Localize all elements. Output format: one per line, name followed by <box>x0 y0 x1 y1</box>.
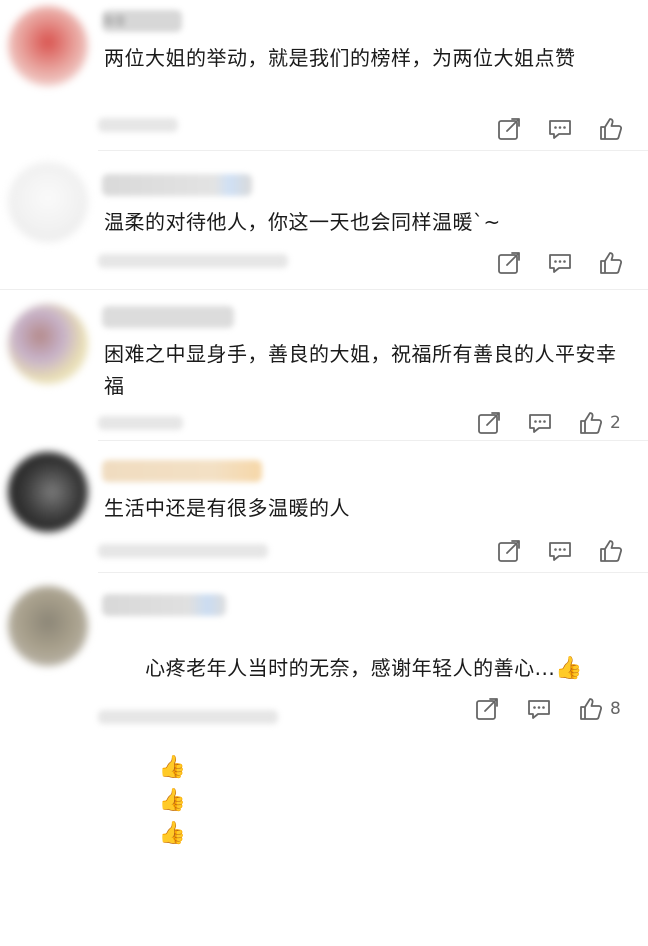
comment-item: 心疼老年人当时的无奈，感谢年轻人的善心...👍 👍 👍 👍 8 <box>0 574 648 846</box>
avatar[interactable] <box>8 586 88 666</box>
comment-meta <box>98 544 268 558</box>
comment-item: 困难之中显身手，善良的大姐，祝福所有善良的人平安幸福 2 <box>0 292 648 442</box>
comment-text: 困难之中显身手，善良的大姐，祝福所有善良的人平安幸福 <box>104 342 617 398</box>
share-button[interactable] <box>496 536 522 566</box>
comment-text: 心疼老年人当时的无奈，感谢年轻人的善心...👍 👍 👍 👍 <box>104 620 628 946</box>
divider <box>98 440 648 441</box>
comment-feed: 海音 两位大姐的举动，就是我们的榜样，为两位大姐点赞 温柔的对待他人，你这一天也… <box>0 0 648 846</box>
comment-button[interactable] <box>547 248 573 278</box>
comment-item: 生活中还是有很多温暖的人 <box>0 442 648 573</box>
avatar[interactable] <box>8 452 88 532</box>
comment-icon <box>549 542 571 561</box>
avatar[interactable] <box>8 304 88 384</box>
comment-actions: 8 <box>448 694 648 724</box>
comment-button[interactable] <box>526 694 552 724</box>
comment-text-body: 心疼老年人当时的无奈，感谢年轻人的善心... <box>145 656 556 680</box>
share-button[interactable] <box>474 694 500 724</box>
comment-icon <box>549 254 571 273</box>
comment-meta <box>98 710 278 724</box>
share-button[interactable] <box>476 408 502 438</box>
share-icon <box>498 540 520 562</box>
thumbs-up-emoji: 👍 <box>158 821 187 846</box>
like-button[interactable] <box>598 114 630 144</box>
comment-button[interactable] <box>547 114 573 144</box>
divider <box>0 289 648 290</box>
share-icon <box>476 698 498 720</box>
comment-meta <box>98 254 288 268</box>
comment-icon <box>529 414 551 433</box>
like-icon <box>580 698 603 720</box>
like-icon <box>600 118 623 140</box>
share-button[interactable] <box>496 114 522 144</box>
like-count: 2 <box>610 413 621 433</box>
share-button[interactable] <box>496 248 522 278</box>
like-button[interactable] <box>598 248 630 278</box>
divider <box>98 150 648 151</box>
comment-text: 两位大姐的举动，就是我们的榜样，为两位大姐点赞 <box>104 46 576 70</box>
comment-item: 温柔的对待他人，你这一天也会同样温暖`~ <box>0 152 648 290</box>
comment-text: 生活中还是有很多温暖的人 <box>104 496 350 520</box>
username[interactable]: 海音 <box>102 10 182 32</box>
username[interactable] <box>102 174 252 196</box>
comment-actions <box>448 248 648 278</box>
like-icon <box>600 540 623 562</box>
divider <box>98 572 648 573</box>
share-icon <box>498 118 520 140</box>
like-count: 8 <box>610 699 621 719</box>
like-button[interactable]: 8 <box>578 694 621 724</box>
thumbs-up-emoji: 👍 <box>158 788 187 813</box>
like-icon <box>600 252 623 274</box>
thumbs-up-emoji: 👍 <box>555 656 584 681</box>
username[interactable] <box>102 594 226 616</box>
comment-actions <box>448 536 648 566</box>
comment-item: 海音 两位大姐的举动，就是我们的榜样，为两位大姐点赞 <box>0 0 648 151</box>
like-button[interactable]: 2 <box>578 408 621 438</box>
comment-meta <box>98 416 183 430</box>
like-button[interactable] <box>598 536 630 566</box>
thumbs-up-emoji: 👍 <box>158 755 187 780</box>
avatar[interactable] <box>8 6 88 86</box>
comment-button[interactable] <box>547 536 573 566</box>
username[interactable] <box>102 460 262 482</box>
comment-icon <box>528 700 550 719</box>
comment-button[interactable] <box>527 408 553 438</box>
username[interactable] <box>102 306 234 328</box>
comment-text: 温柔的对待他人，你这一天也会同样温暖`~ <box>104 210 501 234</box>
like-icon <box>580 412 603 434</box>
comment-icon <box>549 120 571 139</box>
comment-actions: 2 <box>448 408 648 438</box>
comment-actions <box>448 114 648 144</box>
avatar[interactable] <box>8 162 88 242</box>
comment-meta <box>98 118 178 132</box>
share-icon <box>498 252 520 274</box>
share-icon <box>478 412 500 434</box>
